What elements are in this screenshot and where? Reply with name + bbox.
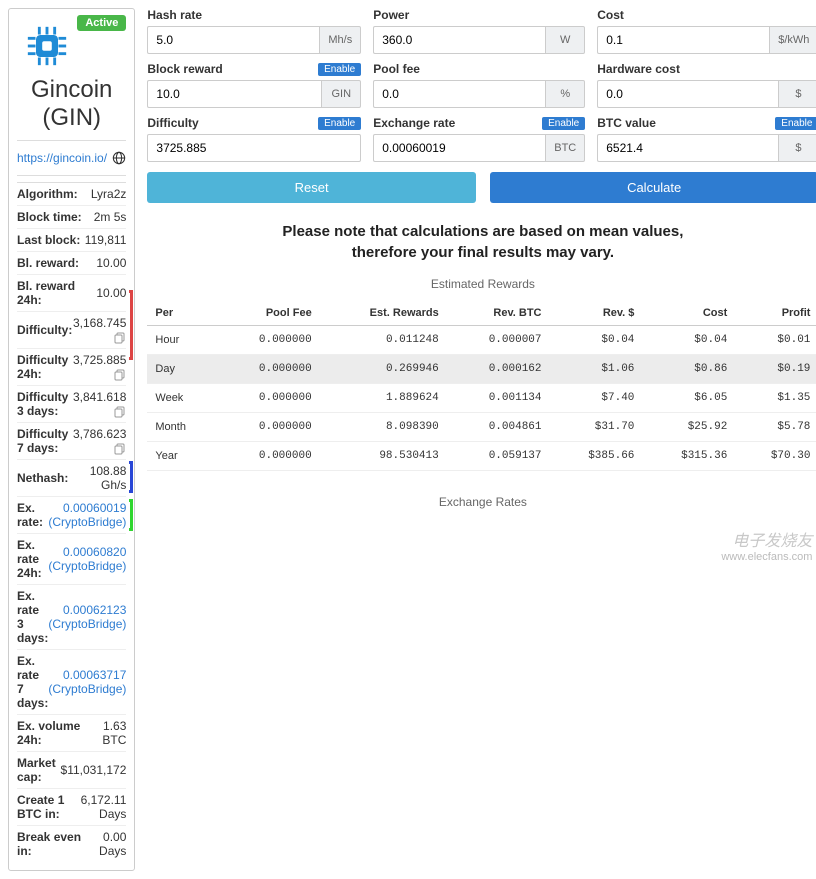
note-text: Please note that calculations are based … xyxy=(147,221,816,263)
cost-label: Cost xyxy=(597,8,624,22)
exchange-rates-title: Exchange Rates xyxy=(147,495,816,509)
enable-button[interactable]: Enable xyxy=(318,117,361,130)
cost-input[interactable] xyxy=(597,26,769,54)
status-badge: Active xyxy=(77,15,126,31)
reset-button[interactable]: Reset xyxy=(147,172,476,203)
copy-icon[interactable] xyxy=(114,369,126,381)
btc-value-input[interactable] xyxy=(597,134,778,162)
form-grid: Hash rate Mh/s Power W Cost $/kWh Block … xyxy=(147,8,816,162)
globe-icon[interactable] xyxy=(112,151,126,165)
difficulty-label: Difficulty xyxy=(147,116,198,130)
watermark: 电子发烧友 www.elecfans.com xyxy=(147,527,816,563)
difficulty-input[interactable] xyxy=(147,134,361,162)
stats-list: Algorithm:Lyra2z Block time:2m 5s Last b… xyxy=(17,182,126,862)
copy-icon[interactable] xyxy=(114,332,126,344)
stat-label: Algorithm: xyxy=(17,187,78,201)
bracket-green xyxy=(129,499,133,531)
copy-icon[interactable] xyxy=(114,443,126,455)
calculate-button[interactable]: Calculate xyxy=(490,172,816,203)
power-input[interactable] xyxy=(373,26,545,54)
table-row: Week0.0000001.8896240.001134$7.40$6.05$1… xyxy=(147,384,816,413)
power-label: Power xyxy=(373,8,409,22)
bracket-red xyxy=(129,290,133,360)
exchange-rate-input[interactable] xyxy=(373,134,545,162)
hardware-cost-label: Hardware cost xyxy=(597,62,680,76)
unit-label: Mh/s xyxy=(319,26,361,54)
rewards-title: Estimated Rewards xyxy=(147,277,816,291)
table-row: Year0.00000098.5304130.059137$385.66$315… xyxy=(147,442,816,471)
coin-panel: Active Gincoin (GIN) https://gincoin.io/… xyxy=(8,8,135,871)
table-row: Month0.0000008.0983900.004861$31.70$25.9… xyxy=(147,413,816,442)
bracket-blue xyxy=(129,461,133,493)
coin-url[interactable]: https://gincoin.io/ xyxy=(17,151,107,165)
copy-icon[interactable] xyxy=(114,406,126,418)
rewards-header-row: Per Pool Fee Est. Rewards Rev. BTC Rev. … xyxy=(147,301,816,326)
hash-rate-input[interactable] xyxy=(147,26,319,54)
table-row: Hour0.0000000.0112480.000007$0.04$0.04$0… xyxy=(147,326,816,355)
enable-button[interactable]: Enable xyxy=(318,63,361,76)
hash-rate-label: Hash rate xyxy=(147,8,202,22)
pool-fee-label: Pool fee xyxy=(373,62,420,76)
enable-button[interactable]: Enable xyxy=(775,117,816,130)
exchange-rate-label: Exchange rate xyxy=(373,116,455,130)
enable-button[interactable]: Enable xyxy=(542,117,585,130)
block-reward-label: Block reward xyxy=(147,62,222,76)
table-row: Day0.0000000.2699460.000162$1.06$0.86$0.… xyxy=(147,355,816,384)
coin-title: Gincoin (GIN) xyxy=(17,76,126,132)
block-reward-input[interactable] xyxy=(147,80,321,108)
hardware-cost-input[interactable] xyxy=(597,80,778,108)
stat-value: Lyra2z xyxy=(91,187,127,201)
calculator-panel: Hash rate Mh/s Power W Cost $/kWh Block … xyxy=(147,8,816,871)
rewards-table: Per Pool Fee Est. Rewards Rev. BTC Rev. … xyxy=(147,301,816,471)
btc-value-label: BTC value xyxy=(597,116,656,130)
pool-fee-input[interactable] xyxy=(373,80,545,108)
